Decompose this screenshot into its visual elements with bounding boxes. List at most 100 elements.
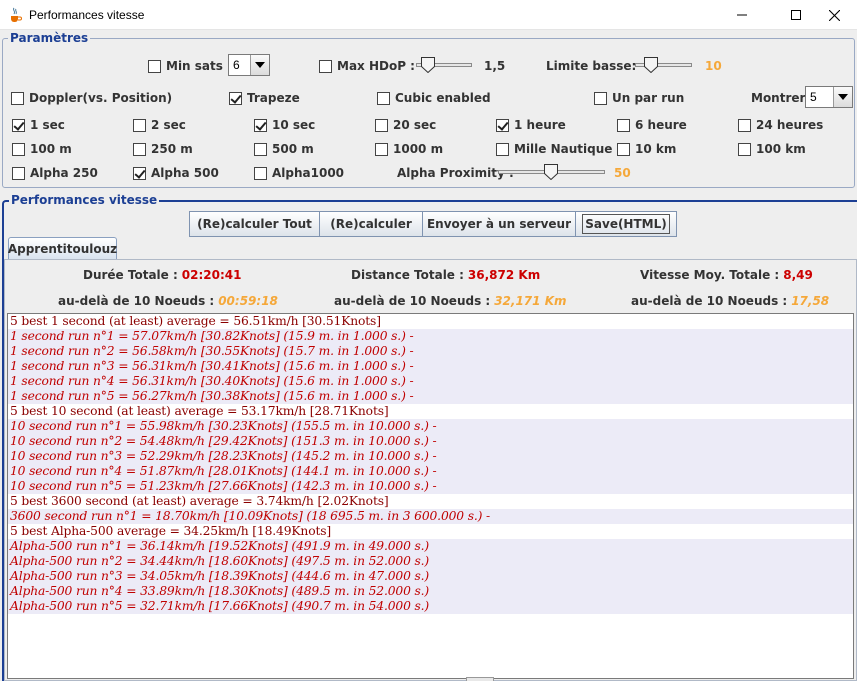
chevron-down-icon[interactable]: [833, 87, 852, 107]
log-run-line: 1 second run n°2 = 56.58km/h [30.55Knots…: [8, 344, 853, 359]
minimize-button[interactable]: [719, 0, 765, 30]
log-run-line: 1 second run n°4 = 56.31km/h [30.40Knots…: [8, 374, 853, 389]
chevron-down-icon[interactable]: [250, 55, 269, 75]
cubic-checkbox[interactable]: Cubic enabled: [377, 91, 491, 105]
duration-20sec-box[interactable]: [375, 118, 388, 132]
limite-basse-slider[interactable]: [635, 57, 692, 73]
doppler-box[interactable]: [11, 91, 24, 105]
duree-totale-stat: Durée Totale :02:20:41: [83, 268, 241, 282]
distance-100km-box[interactable]: [738, 142, 751, 156]
alpha-250-checkbox[interactable]: Alpha 250: [12, 166, 98, 180]
distance-100m-box[interactable]: [12, 142, 25, 156]
distance-250m-label: 250 m: [151, 142, 193, 156]
duration-1sec-checkbox[interactable]: 1 sec: [12, 118, 65, 132]
beyond-vitesse-label: au-delà de 10 Noeuds :: [631, 294, 788, 308]
performances-group-title: Performances vitesse: [9, 193, 160, 207]
trapeze-label: Trapeze: [247, 91, 300, 105]
duration-2sec-box[interactable]: [133, 118, 146, 132]
duration-10sec-checkbox[interactable]: 10 sec: [254, 118, 315, 132]
max-hdop-box[interactable]: [319, 59, 332, 73]
montrer-combo[interactable]: 5: [805, 86, 853, 108]
distance-250m-box[interactable]: [133, 142, 146, 156]
slider-thumb-icon[interactable]: [644, 57, 658, 73]
alpha-500-box[interactable]: [133, 166, 146, 180]
recalculate-button[interactable]: (Re)calculer: [319, 211, 423, 237]
distance-500m-checkbox[interactable]: 500 m: [254, 142, 314, 156]
trapeze-box[interactable]: [229, 91, 242, 105]
distance-10km-checkbox[interactable]: 10 km: [617, 142, 676, 156]
distance-mille-box[interactable]: [496, 142, 509, 156]
recalculate-all-button[interactable]: (Re)calculer Tout: [189, 211, 320, 237]
results-text-area[interactable]: 5 best 1 second (at least) average = 56.…: [7, 313, 854, 679]
slider-thumb-icon[interactable]: [421, 57, 435, 73]
min-sats-combo[interactable]: 6: [228, 54, 270, 76]
recalculate-label: (Re)calculer: [330, 217, 412, 231]
distance-1000m-checkbox[interactable]: 1000 m: [375, 142, 443, 156]
cubic-box[interactable]: [377, 91, 390, 105]
minimize-icon: [737, 14, 747, 16]
duration-1heure-checkbox[interactable]: 1 heure: [496, 118, 566, 132]
doppler-checkbox[interactable]: Doppler(vs. Position): [11, 91, 172, 105]
duration-24heures-checkbox[interactable]: 24 heures: [738, 118, 823, 132]
save-html-button[interactable]: Save(HTML): [575, 211, 677, 237]
distance-1000m-label: 1000 m: [393, 142, 444, 156]
beyond-vitesse-stat: au-delà de 10 Noeuds :17,58: [631, 294, 829, 308]
slider-thumb-icon[interactable]: [544, 164, 558, 180]
alpha-proximity-value: 50: [614, 166, 631, 180]
un-par-run-checkbox[interactable]: Un par run: [594, 91, 684, 105]
cubic-label: Cubic enabled: [395, 91, 491, 105]
trapeze-checkbox[interactable]: Trapeze: [229, 91, 300, 105]
log-run-line: 10 second run n°2 = 54.48km/h [29.42Knot…: [8, 434, 853, 449]
alpha-500-label: Alpha 500: [151, 166, 219, 180]
alpha-1000-checkbox[interactable]: Alpha1000: [254, 166, 344, 180]
vitesse-moy-value: 8,49: [783, 268, 813, 282]
log-run-line: 1 second run n°5 = 56.27km/h [30.38Knots…: [8, 389, 853, 404]
log-summary-line: 5 best Alpha-500 average = 34.25km/h [18…: [8, 524, 853, 539]
distance-500m-box[interactable]: [254, 142, 267, 156]
alpha-250-box[interactable]: [12, 166, 25, 180]
alpha-1000-box[interactable]: [254, 166, 267, 180]
distance-totale-stat: Distance Totale :36,872 Km: [351, 268, 540, 282]
tab-apprentitoulouz[interactable]: Apprentitoulouz: [8, 237, 117, 259]
duration-2sec-checkbox[interactable]: 2 sec: [133, 118, 186, 132]
duration-6heure-box[interactable]: [617, 118, 630, 132]
max-hdop-checkbox[interactable]: Max HDoP :: [319, 59, 415, 73]
log-run-line: Alpha-500 run n°5 = 32.71km/h [17.66Knot…: [8, 599, 853, 614]
beyond-distance-value: 32,171 Km: [494, 294, 567, 308]
log-summary-line: 5 best 10 second (at least) average = 53…: [8, 404, 853, 419]
duration-1heure-box[interactable]: [496, 118, 509, 132]
duration-6heure-checkbox[interactable]: 6 heure: [617, 118, 687, 132]
duration-2sec-label: 2 sec: [151, 118, 186, 132]
duree-totale-label: Durée Totale :: [83, 268, 178, 282]
distance-10km-box[interactable]: [617, 142, 630, 156]
distance-1000m-box[interactable]: [375, 142, 388, 156]
min-sats-box[interactable]: [148, 59, 161, 73]
doppler-label: Doppler(vs. Position): [29, 91, 173, 105]
maximize-icon: [791, 10, 801, 20]
save-html-label: Save(HTML): [582, 214, 670, 234]
un-par-run-box[interactable]: [594, 91, 607, 105]
max-hdop-slider[interactable]: [416, 57, 472, 73]
beyond-duree-stat: au-delà de 10 Noeuds :00:59:18: [58, 294, 278, 308]
distance-totale-value: 36,872 Km: [467, 268, 541, 282]
distance-100km-checkbox[interactable]: 100 km: [738, 142, 806, 156]
duration-1sec-box[interactable]: [12, 118, 25, 132]
min-sats-checkbox[interactable]: Min sats :: [148, 59, 232, 73]
close-button[interactable]: [811, 0, 857, 30]
duration-24heures-box[interactable]: [738, 118, 751, 132]
duration-10sec-box[interactable]: [254, 118, 267, 132]
duration-20sec-checkbox[interactable]: 20 sec: [375, 118, 436, 132]
distance-mille-checkbox[interactable]: Mille Nautique: [496, 142, 612, 156]
horizontal-scrollbar-thumb[interactable]: [466, 677, 494, 681]
limite-basse-value: 10: [705, 59, 722, 73]
log-run-line: 10 second run n°3 = 52.29km/h [28.23Knot…: [8, 449, 853, 464]
distance-250m-checkbox[interactable]: 250 m: [133, 142, 193, 156]
duration-20sec-label: 20 sec: [393, 118, 437, 132]
vitesse-moy-label: Vitesse Moy. Totale :: [640, 268, 780, 282]
alpha-500-checkbox[interactable]: Alpha 500: [133, 166, 219, 180]
send-to-server-button[interactable]: Envoyer à un serveur: [422, 211, 576, 237]
min-sats-label: Min sats :: [166, 59, 232, 73]
close-icon: [828, 9, 840, 21]
alpha-proximity-slider[interactable]: [498, 164, 605, 180]
distance-100m-checkbox[interactable]: 100 m: [12, 142, 72, 156]
